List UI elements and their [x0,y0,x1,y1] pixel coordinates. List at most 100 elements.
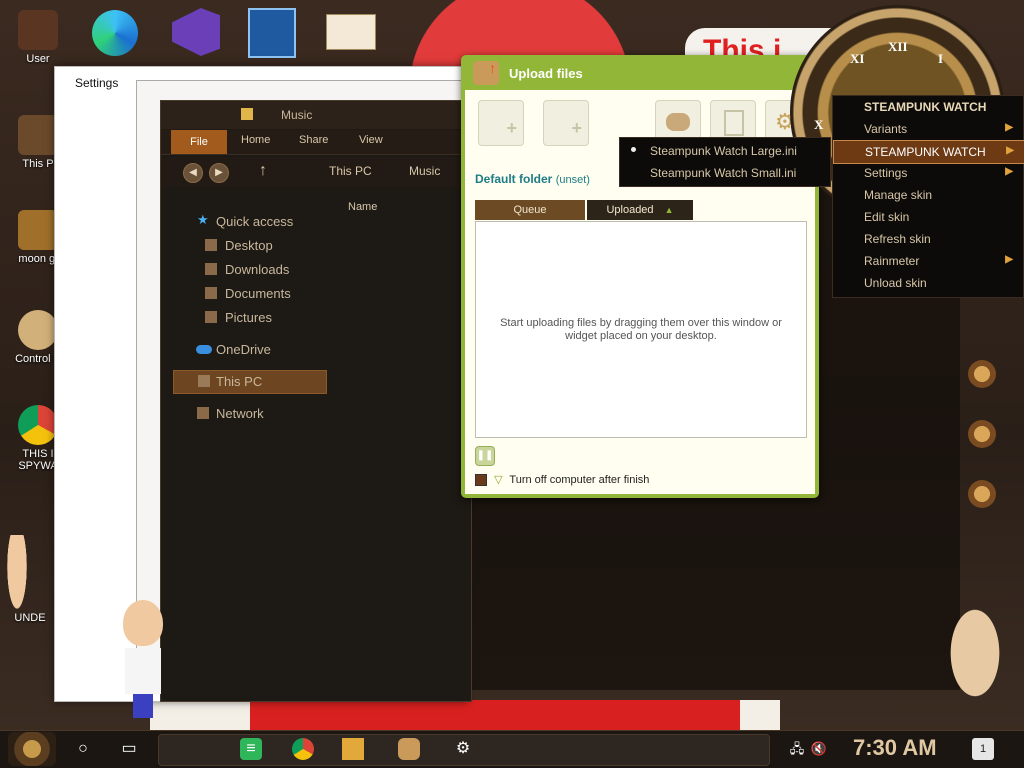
gauge-widget[interactable] [968,480,996,508]
menu-item-unload-skin[interactable]: Unload skin [833,272,1023,294]
computer-icon [198,375,210,387]
shutdown-label: Turn off computer after finish [509,474,650,486]
menu-header[interactable]: STEAMPUNK WATCH [833,96,1023,118]
tab-uploaded[interactable]: Uploaded ▲ [587,200,693,220]
ribbon-tab-home[interactable]: Home [241,134,270,146]
menu-item-label: Variants [864,122,908,136]
add-file-button[interactable]: + [478,100,524,146]
submenu-arrow-icon: ▶ [1005,122,1013,133]
cloud-icon [196,345,212,354]
variant-small-menu-item[interactable]: Steampunk Watch Small.ini [650,166,796,180]
desktop-icon-label: User [26,53,50,65]
submenu-arrow-icon: ▶ [1005,166,1013,177]
wallpaper-red-strip [250,700,770,732]
column-header-name[interactable]: Name [336,198,471,218]
notes-app-icon[interactable]: ≡ [240,738,262,760]
nav-item-documents[interactable]: Documents [161,283,331,305]
menu-item-edit-skin[interactable]: Edit skin [833,206,1023,228]
breadcrumb-music[interactable]: Music [409,164,440,178]
default-folder-label: Default folder [475,172,553,186]
menu-item-settings[interactable]: Settings ▶ [833,162,1023,184]
nav-item-onedrive[interactable]: OneDrive [161,339,331,361]
menu-item-active-skin[interactable]: STEAMPUNK WATCH ▶ [833,140,1024,164]
menu-item-label: Settings [864,166,908,180]
menu-item-manage-skin[interactable]: Manage skin [833,184,1023,206]
nav-item-quick-access[interactable]: ★ Quick access [161,211,331,233]
edge-icon[interactable] [92,10,138,56]
nav-item-label: OneDrive [216,342,271,357]
upload-files-window[interactable]: ↑ Upload files + + ⚙ Default folder (uns… [461,55,819,498]
nav-item-label: Desktop [225,238,273,253]
menu-item-variants[interactable]: Variants ▶ [833,118,1023,140]
menu-item-refresh-skin[interactable]: Refresh skin [833,228,1023,250]
menu-item-label: Edit skin [864,210,910,224]
clock-numeral: I [938,51,944,66]
add-folder-button[interactable]: + [543,100,589,146]
picture-icon [205,311,217,323]
default-folder-value: (unset) [555,174,590,186]
network-icon[interactable]: 🖧 [786,738,808,760]
star-icon: ★ [197,212,209,227]
ribbon-tab-view[interactable]: View [359,134,383,146]
clock-time[interactable]: 7:30 AM [853,735,937,761]
gauge-widget[interactable] [968,360,996,388]
notifications-icon[interactable]: 1 [972,738,994,760]
file-explorer-window[interactable]: Music File Home Share View ◀ ▶ ↑ This PC… [160,100,472,702]
clock-numeral: X [814,117,824,132]
computer-icon [18,115,58,155]
start-button[interactable] [8,732,56,766]
tab-queue[interactable]: Queue [475,200,585,220]
menu-item-label: Unload skin [864,276,927,290]
shutdown-checkbox[interactable] [475,474,487,487]
search-circle-icon[interactable]: ○ [72,738,94,760]
ribbon-tab-file[interactable]: File [171,130,227,154]
nav-item-network[interactable]: Network [161,403,331,425]
nav-item-pictures[interactable]: Pictures [161,307,331,329]
nav-item-this-pc[interactable]: This PC [173,370,327,394]
file-explorer-icon[interactable] [342,738,364,760]
settings-window-title: Settings [75,76,119,90]
hamster-icon [666,113,690,131]
folder-icon [241,108,253,120]
submenu-arrow-icon: ▶ [1005,254,1013,265]
dropdown-triangle-icon[interactable]: ▽ [494,474,502,486]
hamster-image [944,608,1006,708]
nav-item-downloads[interactable]: Downloads [161,259,331,281]
nav-item-label: Documents [225,286,291,301]
virtualbox-icon[interactable] [248,8,296,58]
pause-button[interactable]: ❚❚ [475,446,495,466]
clock-numeral: XI [850,51,865,66]
menu-item-label: STEAMPUNK WATCH [865,145,986,159]
column-header-label: Name [348,201,378,213]
ribbon-tabs: File Home Share View [161,130,471,155]
hamster-upload-icon[interactable] [398,738,420,760]
gauge-widget[interactable] [968,420,996,448]
menu-item-rainmeter[interactable]: Rainmeter ▶ [833,250,1023,272]
variant-large-menu-item[interactable]: Steampunk Watch Large.ini [650,144,797,158]
task-view-icon[interactable]: ▭ [118,738,140,760]
ribbon-tab-share[interactable]: Share [299,134,328,146]
network-icon [197,407,209,419]
chrome-icon[interactable] [292,738,314,760]
notifications-count: 1 [979,743,987,755]
shutdown-option[interactable]: ▽ Turn off computer after finish [475,473,650,487]
nav-item-desktop[interactable]: Desktop [161,235,331,257]
volume-muted-icon[interactable]: 🔇 [808,738,830,760]
nav-item-label: Quick access [216,214,294,229]
pause-icon: ❚❚ [476,450,494,461]
forward-arrow-icon[interactable]: ▶ [209,163,229,183]
up-arrow-icon[interactable]: ↑ [259,162,267,180]
desktop-icon-user[interactable]: User [8,10,68,65]
wallpaper-strip [740,700,780,732]
nav-item-label: Network [216,406,264,421]
queue-list[interactable]: Start uploading files by dragging them o… [475,221,807,438]
breadcrumb-this-pc[interactable]: This PC [329,164,372,178]
menu-item-label: Refresh skin [864,232,931,246]
upload-arrow-icon: ↑ [489,60,496,76]
default-folder[interactable]: Default folder (unset) [475,172,590,186]
hxd-icon[interactable] [326,14,376,50]
cartoon-character-image [118,600,168,725]
gear-icon[interactable]: ⚙ [452,738,474,760]
clock-numeral: XII [888,39,908,54]
back-arrow-icon[interactable]: ◀ [183,163,203,183]
